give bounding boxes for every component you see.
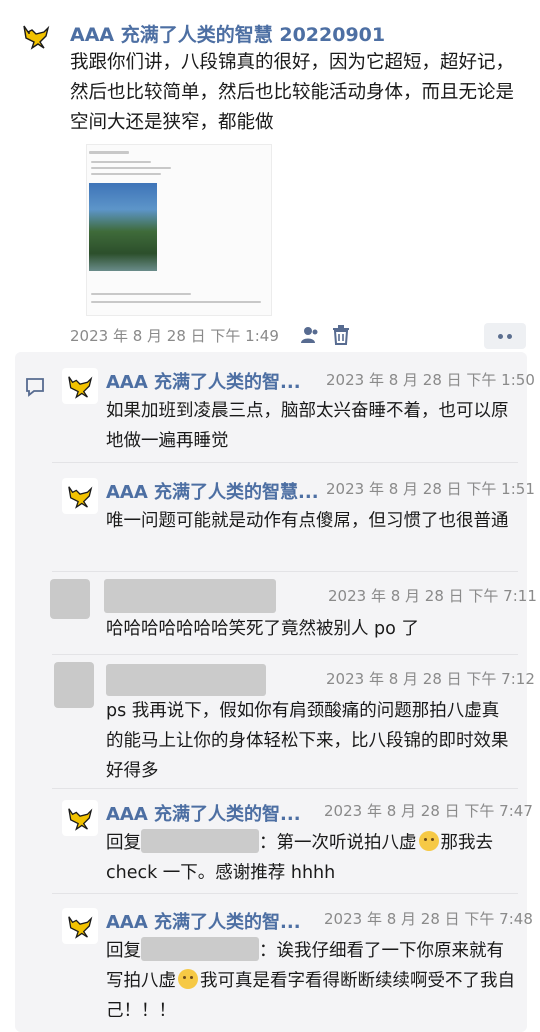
comment-reply: 回复 ：诶我仔细看了一下你原来就有写拍八虚 我可真是看字看得断断续续啊受不了我自己！… — [106, 936, 516, 1026]
comment-divider — [52, 893, 518, 894]
trash-icon[interactable] — [332, 325, 350, 345]
reply-prefix: 回复 — [106, 941, 141, 961]
comment-author[interactable]: AAA 充满了人类的智慧... — [106, 478, 319, 504]
post-author-avatar[interactable] — [18, 18, 54, 54]
comment-text: 唯一问题可能就是动作有点傻屌，但习惯了也很普通 — [106, 511, 509, 531]
comment-reply: 回复 ：第一次听说拍八虚 那我去 check 一下。感谢推荐 hhhh — [106, 828, 516, 888]
post-author-name[interactable]: AAA 充满了人类的智慧 20220901 — [70, 20, 385, 47]
comment-text: 如果加班到凌晨三点，脑部太兴奋睡不着，也可以原地做一遍再睡觉 — [106, 401, 509, 451]
comment-timestamp: 2023 年 8 月 28 日 下午 7:48 — [324, 910, 533, 928]
dot-icon — [498, 333, 503, 339]
comment-divider — [52, 462, 518, 463]
post-timestamp: 2023 年 8 月 28 日 下午 1:49 — [70, 327, 279, 345]
comment-text: ps 我再说下，假如你有肩颈酸痛的问题那拍八虚真的能马上让你的身体轻松下来，比八… — [106, 701, 509, 781]
comment-timestamp: 2023 年 8 月 28 日 下午 7:47 — [324, 802, 533, 820]
comment-timestamp: 2023 年 8 月 28 日 下午 7:12 — [326, 670, 535, 688]
more-actions-button[interactable] — [484, 323, 526, 349]
cat-logo-icon — [68, 486, 93, 509]
tree-photo — [89, 183, 157, 271]
comment-avatar[interactable] — [50, 579, 90, 619]
comment-author[interactable]: AAA 充满了人类的智... — [106, 908, 301, 934]
cat-logo-icon — [23, 25, 50, 50]
grimace-emoji-icon — [178, 969, 198, 989]
comment-timestamp: 2023 年 8 月 28 日 下午 7:11 — [328, 587, 537, 605]
comment-avatar[interactable] — [62, 478, 98, 514]
comment-text: 哈哈哈哈哈哈哈笑死了竟然被别人 po 了 — [106, 619, 419, 639]
people-icon[interactable] — [300, 325, 320, 345]
thinking-emoji-icon — [418, 831, 439, 851]
comment-author[interactable]: AAA 充满了人类的智... — [106, 368, 301, 394]
post-body: 我跟你们讲，八段锦真的很好，因为它超短，超好记，然后也比较简单，然后也比较能活动… — [70, 52, 515, 133]
reply-prefix: 回复 — [106, 833, 141, 853]
comment-divider — [52, 654, 518, 655]
comment-avatar[interactable] — [54, 662, 94, 708]
comment-timestamp: 2023 年 8 月 28 日 下午 1:50 — [326, 371, 535, 389]
reply-target-redacted — [141, 829, 259, 853]
comment-text-part: ：第一次听说拍八虚 — [259, 833, 417, 853]
cat-logo-icon — [68, 376, 93, 399]
comment-avatar[interactable] — [62, 800, 98, 836]
comment-icon — [26, 378, 44, 397]
comment-avatar[interactable] — [62, 368, 98, 404]
comment-author-redacted — [106, 664, 266, 696]
cat-logo-icon — [68, 808, 93, 831]
comment-timestamp: 2023 年 8 月 28 日 下午 1:51 — [326, 480, 535, 498]
comment-divider — [52, 788, 518, 789]
comment-author-redacted — [104, 579, 276, 613]
dot-icon — [507, 333, 512, 339]
comment-avatar[interactable] — [62, 908, 98, 944]
comment-author[interactable]: AAA 充满了人类的智... — [106, 800, 301, 826]
post-image-thumbnail[interactable] — [86, 144, 272, 316]
cat-logo-icon — [68, 916, 93, 939]
reply-target-redacted — [141, 937, 259, 961]
comment-divider — [52, 571, 518, 572]
